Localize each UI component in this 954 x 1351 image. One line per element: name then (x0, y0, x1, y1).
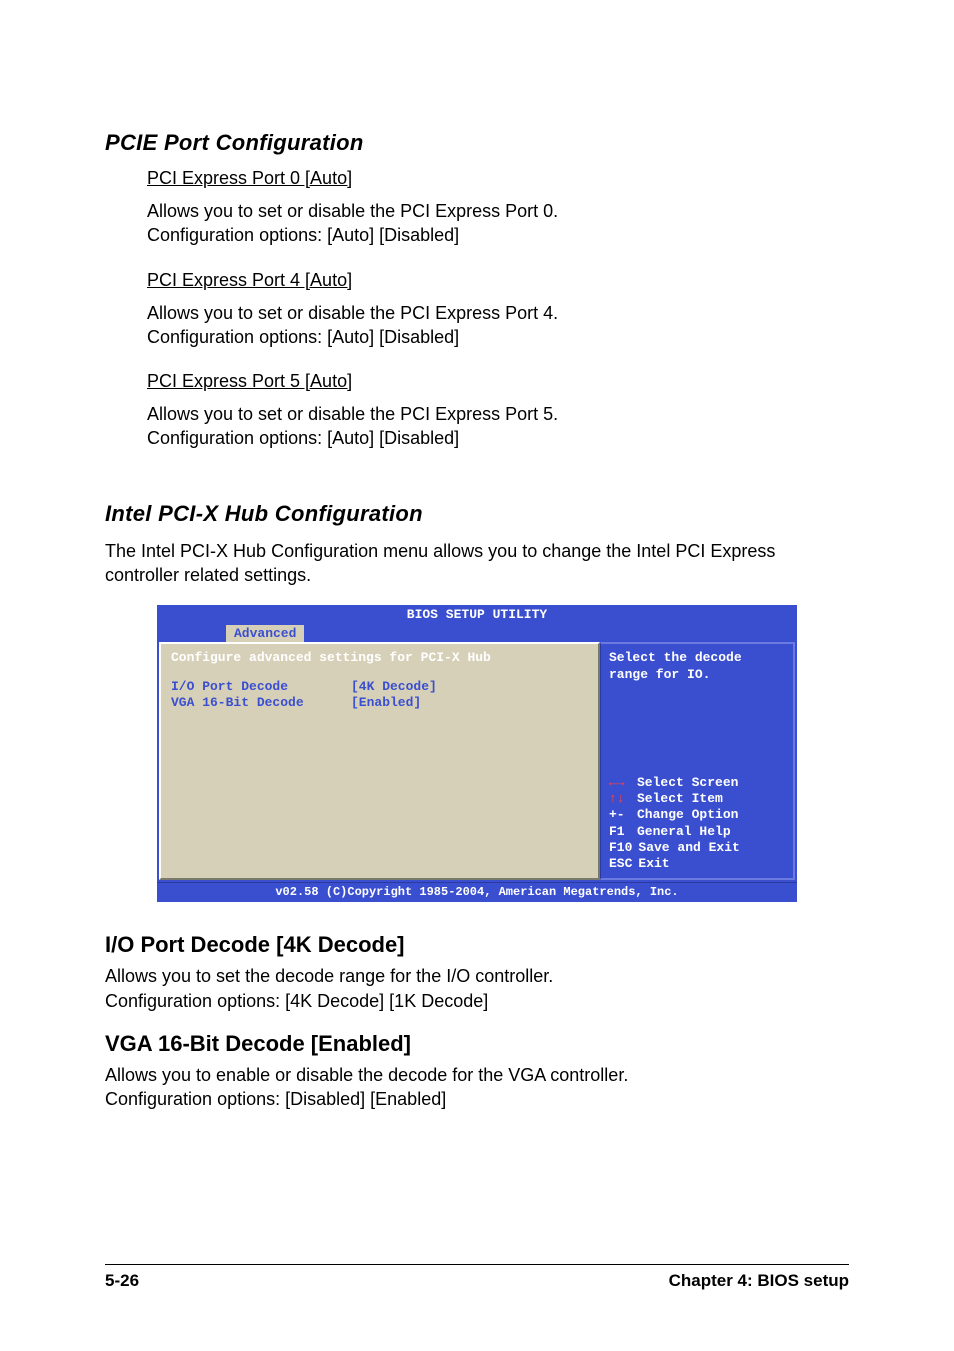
section-heading-io: I/O Port Decode [4K Decode] (105, 932, 849, 958)
setting-desc-line: Configuration options: [Auto] [Disabled] (147, 225, 459, 245)
bios-help-text: Select the decode range for IO. (609, 650, 785, 683)
setting-desc-pciport5: Allows you to set or disable the PCI Exp… (147, 402, 849, 451)
bios-setting-row[interactable]: VGA 16-Bit Decode [Enabled] (171, 695, 588, 711)
bios-setting-label: VGA 16-Bit Decode (171, 695, 351, 711)
section-intro-pcix: The Intel PCI-X Hub Configuration menu a… (105, 539, 849, 588)
bios-titlebar: BIOS SETUP UTILITY (157, 605, 797, 624)
bios-setting-label: I/O Port Decode (171, 679, 351, 695)
section-heading-pcie: PCIE Port Configuration (105, 130, 849, 156)
section-heading-vga: VGA 16-Bit Decode [Enabled] (105, 1031, 849, 1057)
key-label: Change Option (637, 807, 738, 823)
bios-footer: v02.58 (C)Copyright 1985-2004, American … (157, 882, 797, 902)
key-sym: F1 (609, 824, 631, 840)
section-desc-vga: Allows you to enable or disable the deco… (105, 1063, 849, 1112)
bios-body: Configure advanced settings for PCI-X Hu… (157, 642, 797, 882)
bios-screenshot: BIOS SETUP UTILITY Advanced Configure ad… (157, 605, 797, 902)
setting-desc-line: Allows you to set or disable the PCI Exp… (147, 303, 558, 323)
section-heading-pcix: Intel PCI-X Hub Configuration (105, 501, 849, 527)
setting-desc-line: Configuration options: [4K Decode] [1K D… (105, 991, 488, 1011)
chapter-label: Chapter 4: BIOS setup (669, 1271, 849, 1291)
setting-desc-line: Configuration options: [Disabled] [Enabl… (105, 1089, 446, 1109)
setting-heading-pciport4: PCI Express Port 4 [Auto] (147, 270, 849, 291)
setting-desc-line: Allows you to set or disable the PCI Exp… (147, 404, 558, 424)
arrow-ud-icon: ↑↓ (609, 791, 631, 807)
setting-desc-pciport4: Allows you to set or disable the PCI Exp… (147, 301, 849, 350)
bios-tab-advanced[interactable]: Advanced (225, 624, 305, 642)
bios-setting-value: [Enabled] (351, 695, 421, 711)
key-label: Exit (638, 856, 669, 872)
page-footer: 5-26 Chapter 4: BIOS setup (105, 1264, 849, 1291)
key-label: General Help (637, 824, 731, 840)
key-label: Select Item (637, 791, 723, 807)
setting-desc-line: Allows you to set or disable the PCI Exp… (147, 201, 558, 221)
bios-setting-row[interactable]: I/O Port Decode [4K Decode] (171, 679, 588, 695)
setting-desc-line: Configuration options: [Auto] [Disabled] (147, 428, 459, 448)
key-sym: +- (609, 807, 631, 823)
bios-right-pane: Select the decode range for IO. ←→ Select… (600, 642, 795, 880)
page-number: 5-26 (105, 1271, 139, 1291)
bios-title: BIOS SETUP UTILITY (407, 607, 547, 622)
bios-setting-value: [4K Decode] (351, 679, 437, 695)
setting-heading-pciport0: PCI Express Port 0 [Auto] (147, 168, 849, 189)
setting-desc-line: Allows you to enable or disable the deco… (105, 1065, 628, 1085)
setting-heading-pciport5: PCI Express Port 5 [Auto] (147, 371, 849, 392)
arrow-lr-icon: ←→ (609, 775, 631, 791)
key-label: Select Screen (637, 775, 738, 791)
setting-desc-pciport0: Allows you to set or disable the PCI Exp… (147, 199, 849, 248)
bios-left-pane: Configure advanced settings for PCI-X Hu… (159, 642, 600, 880)
bios-tabbar: Advanced (157, 624, 797, 642)
setting-desc-line: Allows you to set the decode range for t… (105, 966, 553, 986)
key-label: Save and Exit (638, 840, 739, 856)
key-sym: F10 (609, 840, 632, 856)
bios-left-heading: Configure advanced settings for PCI-X Hu… (171, 650, 588, 666)
setting-desc-line: Configuration options: [Auto] [Disabled] (147, 327, 459, 347)
key-sym: ESC (609, 856, 632, 872)
bios-key-legend: ←→ Select Screen ↑↓ Select Item +- Change O… (609, 775, 785, 873)
section-desc-io: Allows you to set the decode range for t… (105, 964, 849, 1013)
